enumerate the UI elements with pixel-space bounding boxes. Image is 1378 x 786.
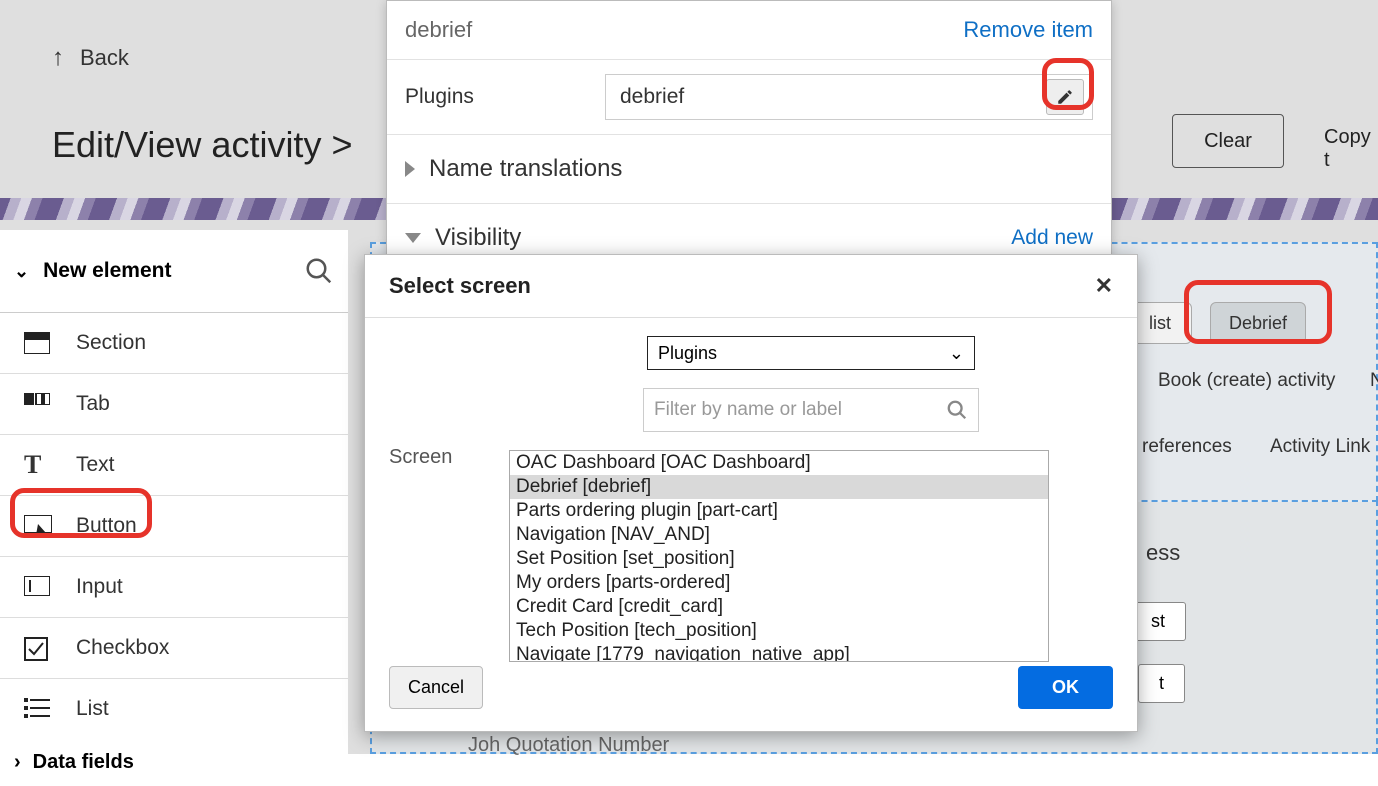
- list-item[interactable]: Set Position [set_position]: [510, 547, 1048, 571]
- clear-label: Clear: [1204, 130, 1252, 153]
- sidebar-section-label: New element: [43, 259, 171, 283]
- input-icon: [24, 576, 50, 598]
- list-item[interactable]: My orders [parts-ordered]: [510, 571, 1048, 595]
- add-new-link[interactable]: Add new: [1011, 226, 1093, 250]
- sidebar-item-list[interactable]: List: [0, 679, 348, 739]
- section-icon: [24, 332, 50, 354]
- sidebar: ⌄ New element Section Tab T Text Button …: [0, 230, 348, 754]
- cancel-button[interactable]: Cancel: [389, 666, 483, 709]
- n-partial: N: [1370, 370, 1378, 392]
- data-fields-expander[interactable]: › Data fields: [0, 739, 348, 786]
- t-label: t: [1159, 673, 1164, 693]
- checkbox-icon: [24, 637, 50, 659]
- chevron-down-icon: ⌄: [949, 343, 964, 364]
- plugins-row: Plugins debrief: [387, 60, 1111, 135]
- back-label: Back: [80, 45, 129, 71]
- back-link[interactable]: ↑ Back: [52, 44, 129, 72]
- visibility-label: Visibility: [435, 224, 521, 252]
- tab-debrief[interactable]: Debrief: [1210, 302, 1306, 344]
- tab-list[interactable]: list: [1130, 302, 1192, 344]
- plugins-label: Plugins: [405, 85, 565, 109]
- plugins-value-input[interactable]: debrief: [605, 74, 1093, 120]
- sidebar-item-section[interactable]: Section: [0, 313, 348, 374]
- arrow-up-icon: ↑: [52, 44, 64, 72]
- chevron-down-icon: ⌄: [14, 261, 29, 282]
- tab-icon: [24, 393, 50, 415]
- list-item[interactable]: Tech Position [tech_position]: [510, 619, 1048, 643]
- list-item[interactable]: Navigation [NAV_AND]: [510, 523, 1048, 547]
- triangle-right-icon: [405, 161, 415, 177]
- tab-list-label: list: [1149, 313, 1171, 334]
- triangle-down-icon: [405, 233, 421, 243]
- clear-button[interactable]: Clear: [1172, 114, 1284, 168]
- pencil-icon: [1056, 88, 1074, 106]
- filter-wrap: [643, 388, 979, 432]
- sidebar-item-label: Checkbox: [76, 636, 169, 660]
- copy-button-partial[interactable]: Copy t: [1324, 126, 1378, 172]
- sidebar-item-input[interactable]: Input: [0, 557, 348, 618]
- sidebar-item-button[interactable]: Button: [0, 496, 348, 557]
- cess-partial: ess: [1146, 540, 1180, 566]
- sidebar-item-tab[interactable]: Tab: [0, 374, 348, 435]
- data-fields-label: Data fields: [33, 751, 134, 774]
- text-icon: T: [24, 454, 50, 476]
- dropdown-panel: debrief Remove item Plugins debrief Name…: [386, 0, 1112, 263]
- sidebar-item-label: Text: [76, 453, 115, 477]
- dialog-footer: Cancel OK: [365, 654, 1137, 721]
- sidebar-item-label: List: [76, 697, 109, 721]
- sidebar-item-label: Tab: [76, 392, 110, 416]
- search-icon[interactable]: [946, 399, 968, 421]
- list-item[interactable]: Parts ordering plugin [part-cart]: [510, 499, 1048, 523]
- page-title: Edit/View activity >: [52, 124, 352, 166]
- dialog-title: Select screen: [389, 273, 531, 299]
- sidebar-item-label: Button: [76, 514, 137, 538]
- close-icon[interactable]: ✕: [1095, 273, 1113, 299]
- plugins-value: debrief: [620, 85, 684, 109]
- list-item[interactable]: Debrief [debrief]: [510, 475, 1048, 499]
- dropdown-item-label: debrief: [405, 17, 472, 43]
- name-translations-expander[interactable]: Name translations: [387, 135, 1111, 203]
- st-button-partial[interactable]: st: [1130, 602, 1186, 641]
- dropdown-item-header: debrief Remove item: [387, 1, 1111, 60]
- screen-label: Screen: [389, 336, 479, 662]
- sidebar-item-label: Input: [76, 575, 123, 599]
- preferences-partial[interactable]: references: [1142, 436, 1232, 458]
- sidebar-header[interactable]: ⌄ New element: [0, 230, 348, 313]
- sidebar-item-text[interactable]: T Text: [0, 435, 348, 496]
- filter-input[interactable]: [654, 399, 938, 421]
- name-translations-label: Name translations: [429, 155, 622, 183]
- screen-type-select[interactable]: Plugins ⌄: [647, 336, 975, 370]
- book-activity-text[interactable]: Book (create) activity: [1158, 370, 1335, 392]
- screen-list[interactable]: OAC Dashboard [OAC Dashboard]Debrief [de…: [509, 450, 1049, 662]
- select-screen-dialog: Select screen ✕ Screen Plugins ⌄ OAC Das…: [364, 254, 1138, 732]
- edit-button[interactable]: [1046, 79, 1084, 115]
- button-icon: [24, 515, 50, 537]
- list-icon: [24, 698, 50, 720]
- ok-button[interactable]: OK: [1018, 666, 1113, 709]
- search-icon[interactable]: [304, 256, 334, 286]
- tab-debrief-label: Debrief: [1229, 313, 1287, 334]
- dialog-header: Select screen ✕: [365, 255, 1137, 318]
- remove-item-link[interactable]: Remove item: [963, 17, 1093, 43]
- list-item[interactable]: OAC Dashboard [OAC Dashboard]: [510, 451, 1048, 475]
- sidebar-item-label: Section: [76, 331, 146, 355]
- list-item[interactable]: Credit Card [credit_card]: [510, 595, 1048, 619]
- activity-link-text[interactable]: Activity Link: [1270, 436, 1370, 458]
- sidebar-item-checkbox[interactable]: Checkbox: [0, 618, 348, 679]
- t-button-partial[interactable]: t: [1138, 664, 1185, 703]
- chevron-right-icon: ›: [14, 751, 21, 774]
- st-label: st: [1151, 611, 1165, 631]
- dialog-body: Screen Plugins ⌄ OAC Dashboard [OAC Dash…: [365, 318, 1137, 668]
- screen-type-value: Plugins: [658, 343, 717, 364]
